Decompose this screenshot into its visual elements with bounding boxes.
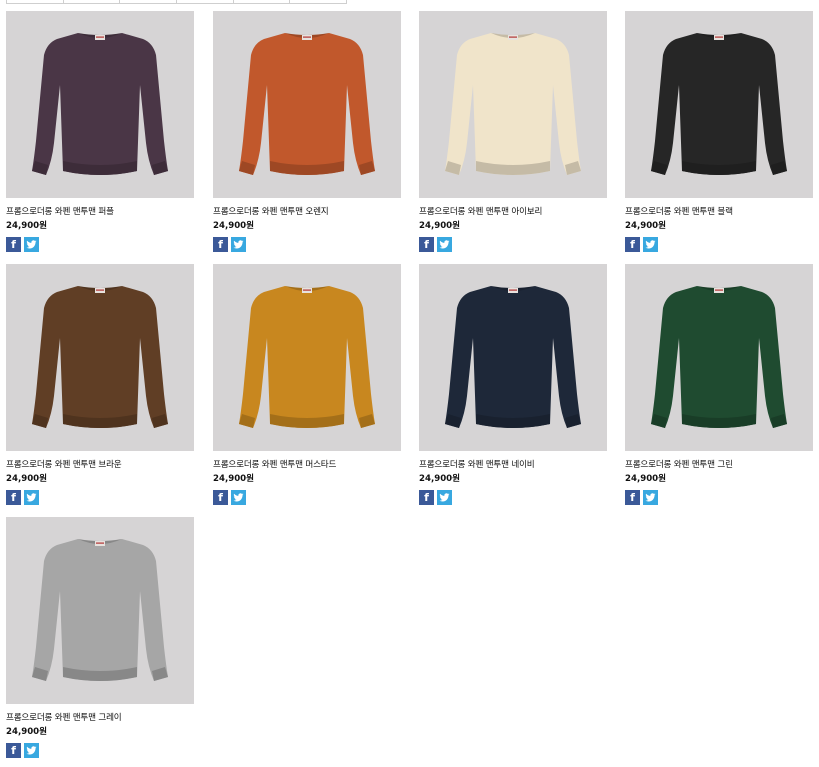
twitter-bird-icon (645, 240, 656, 249)
product-image[interactable] (419, 264, 607, 451)
product-image[interactable] (213, 11, 401, 198)
product-card: 프롬으로더롱 와펜 맨투맨 그레이 24,900원 f (6, 517, 194, 767)
share-buttons: f (6, 490, 39, 505)
product-price: 24,900원 (625, 221, 667, 231)
share-buttons: f (6, 743, 39, 758)
product-name[interactable]: 프롬으로더롱 와펜 맨투맨 브라운 (6, 458, 122, 470)
share-buttons: f (213, 237, 246, 252)
product-card: 프롬으로더롱 와펜 맨투맨 아이보리 24,900원 f (419, 11, 607, 261)
twitter-share-icon[interactable] (24, 743, 39, 758)
product-name[interactable]: 프롬으로더롱 와펜 맨투맨 아이보리 (419, 205, 542, 217)
product-card: 프롬으로더롱 와펜 맨투맨 오렌지 24,900원 f (213, 11, 401, 261)
sweatshirt-image (32, 286, 168, 428)
twitter-share-icon[interactable] (437, 490, 452, 505)
product-price: 24,900원 (419, 474, 461, 484)
facebook-share-icon[interactable]: f (419, 237, 434, 252)
product-image[interactable] (419, 11, 607, 198)
top-tab[interactable] (7, 0, 64, 3)
product-image[interactable] (213, 264, 401, 451)
top-tab-bar (6, 0, 347, 4)
twitter-share-icon[interactable] (643, 490, 658, 505)
sweatshirt-image (239, 286, 375, 428)
twitter-bird-icon (439, 493, 450, 502)
twitter-bird-icon (233, 493, 244, 502)
twitter-share-icon[interactable] (643, 237, 658, 252)
share-buttons: f (419, 237, 452, 252)
sweatshirt-image (239, 33, 375, 175)
top-tab[interactable] (290, 0, 346, 3)
product-card: 프롬으로더롱 와펜 맨투맨 네이비 24,900원 f (419, 264, 607, 514)
product-card: 프롬으로더롱 와펜 맨투맨 머스타드 24,900원 f (213, 264, 401, 514)
facebook-share-icon[interactable]: f (419, 490, 434, 505)
twitter-bird-icon (26, 240, 37, 249)
facebook-share-icon[interactable]: f (6, 490, 21, 505)
product-price: 24,900원 (625, 474, 667, 484)
top-tab[interactable] (234, 0, 291, 3)
sweatshirt-image (32, 539, 168, 681)
top-tab[interactable] (177, 0, 234, 3)
twitter-bird-icon (26, 493, 37, 502)
product-name[interactable]: 프롬으로더롱 와펜 맨투맨 퍼플 (6, 205, 114, 217)
share-buttons: f (213, 490, 246, 505)
facebook-share-icon[interactable]: f (213, 490, 228, 505)
twitter-bird-icon (233, 240, 244, 249)
top-tab[interactable] (64, 0, 121, 3)
product-price: 24,900원 (6, 727, 48, 737)
twitter-share-icon[interactable] (231, 490, 246, 505)
facebook-share-icon[interactable]: f (625, 237, 640, 252)
product-image[interactable] (625, 264, 813, 451)
product-price: 24,900원 (6, 221, 48, 231)
top-tab[interactable] (120, 0, 178, 3)
product-price: 24,900원 (6, 474, 48, 484)
twitter-share-icon[interactable] (24, 237, 39, 252)
share-buttons: f (625, 490, 658, 505)
product-card: 프롬으로더롱 와펜 맨투맨 퍼플 24,900원 f (6, 11, 194, 261)
facebook-share-icon[interactable]: f (6, 237, 21, 252)
twitter-bird-icon (645, 493, 656, 502)
facebook-share-icon[interactable]: f (213, 237, 228, 252)
product-image[interactable] (6, 517, 194, 704)
share-buttons: f (6, 237, 39, 252)
share-buttons: f (625, 237, 658, 252)
share-buttons: f (419, 490, 452, 505)
sweatshirt-image (651, 33, 787, 175)
product-image[interactable] (6, 264, 194, 451)
sweatshirt-image (445, 286, 581, 428)
product-card: 프롬으로더롱 와펜 맨투맨 블랙 24,900원 f (625, 11, 813, 261)
sweatshirt-image (445, 33, 581, 175)
facebook-share-icon[interactable]: f (625, 490, 640, 505)
product-image[interactable] (625, 11, 813, 198)
product-card: 프롬으로더롱 와펜 맨투맨 브라운 24,900원 f (6, 264, 194, 514)
product-name[interactable]: 프롬으로더롱 와펜 맨투맨 블랙 (625, 205, 733, 217)
twitter-bird-icon (439, 240, 450, 249)
twitter-share-icon[interactable] (231, 237, 246, 252)
product-price: 24,900원 (213, 474, 255, 484)
product-price: 24,900원 (419, 221, 461, 231)
product-name[interactable]: 프롬으로더롱 와펜 맨투맨 그레이 (6, 711, 122, 723)
product-price: 24,900원 (213, 221, 255, 231)
product-card: 프롬으로더롱 와펜 맨투맨 그린 24,900원 f (625, 264, 813, 514)
product-name[interactable]: 프롬으로더롱 와펜 맨투맨 오렌지 (213, 205, 329, 217)
product-image[interactable] (6, 11, 194, 198)
twitter-share-icon[interactable] (437, 237, 452, 252)
product-name[interactable]: 프롬으로더롱 와펜 맨투맨 머스타드 (213, 458, 336, 470)
sweatshirt-image (32, 33, 168, 175)
product-name[interactable]: 프롬으로더롱 와펜 맨투맨 네이비 (419, 458, 535, 470)
sweatshirt-image (651, 286, 787, 428)
facebook-share-icon[interactable]: f (6, 743, 21, 758)
twitter-bird-icon (26, 746, 37, 755)
product-name[interactable]: 프롬으로더롱 와펜 맨투맨 그린 (625, 458, 733, 470)
twitter-share-icon[interactable] (24, 490, 39, 505)
